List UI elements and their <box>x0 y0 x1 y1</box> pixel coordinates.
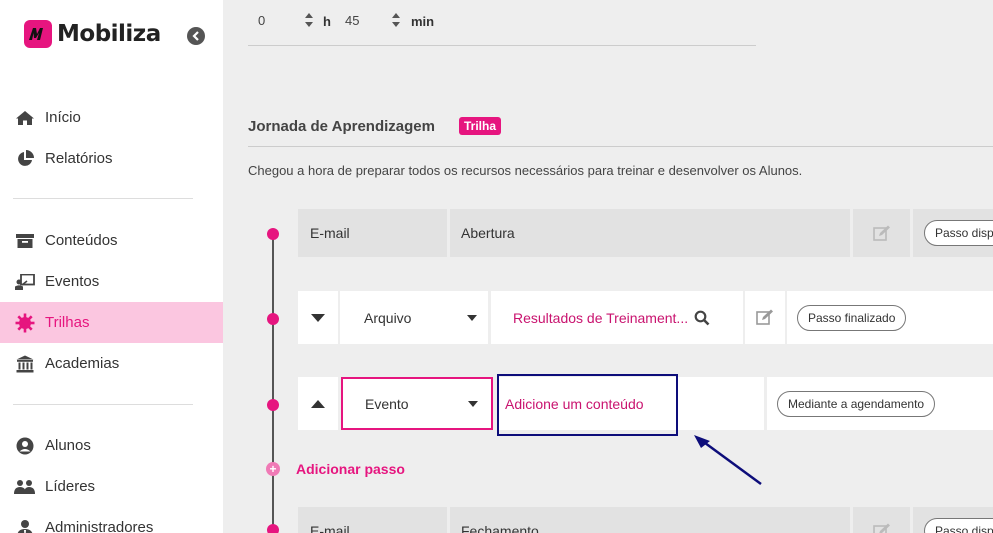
search-icon[interactable] <box>694 310 710 326</box>
chevron-down-icon <box>468 400 478 407</box>
collapse-sidebar-button[interactable] <box>187 27 205 45</box>
presentation-icon <box>14 272 36 292</box>
nav-label: Relatórios <box>45 150 113 167</box>
nav-label: Administradores <box>45 519 154 533</box>
collapse-step-button[interactable] <box>298 291 338 344</box>
section-divider <box>248 146 993 147</box>
step-status-pill[interactable]: Passo disponível <box>924 220 993 246</box>
archive-icon <box>14 231 36 251</box>
mobiliza-logo-icon <box>24 20 52 48</box>
minutes-stepper-icon[interactable] <box>391 12 401 28</box>
expand-step-button[interactable] <box>298 377 338 430</box>
step-row: E-mail Fechamento Passo disponível <box>298 507 993 533</box>
step-content-field[interactable]: Resultados de Treinament... <box>491 291 743 344</box>
step-type: Arquivo <box>364 309 412 326</box>
timeline-dot <box>267 399 279 411</box>
home-icon <box>14 108 36 128</box>
journey-title: Jornada de Aprendizagem <box>248 118 435 135</box>
highlight-box <box>497 374 678 436</box>
step-status-pill[interactable]: Mediante a agendamento <box>777 390 936 417</box>
sidebar: Mobiliza Início Relatórios Conteúdos Eve… <box>0 0 223 533</box>
edit-step-button[interactable] <box>853 209 910 257</box>
add-step-label: Adicionar passo <box>296 461 405 477</box>
nav-label: Trilhas <box>45 314 90 331</box>
nav-item-conteudos[interactable]: Conteúdos <box>0 220 223 261</box>
step-status-pill[interactable]: Passo finalizado <box>797 304 907 331</box>
brand-name: Mobiliza <box>57 21 161 47</box>
nav-item-relatorios[interactable]: Relatórios <box>0 138 223 179</box>
step-type-select[interactable]: Evento <box>341 377 493 430</box>
nav-label: Início <box>45 109 81 126</box>
nav-label: Academias <box>45 355 120 372</box>
triangle-up-icon <box>311 399 325 408</box>
step-type: Evento <box>365 395 409 412</box>
nav-item-alunos[interactable]: Alunos <box>0 425 223 466</box>
hours-unit: h <box>323 14 331 29</box>
nav-item-eventos[interactable]: Eventos <box>0 261 223 302</box>
chevron-down-icon <box>467 314 477 321</box>
nav-label: Líderes <box>45 478 96 495</box>
edit-icon <box>872 225 890 241</box>
nav-label: Alunos <box>45 437 91 454</box>
users-icon <box>14 477 36 497</box>
step-content: Resultados de Treinament... <box>513 309 689 326</box>
edit-step-button[interactable] <box>853 507 910 533</box>
step-status-cell: Mediante a agendamento <box>767 377 993 430</box>
nav-item-inicio[interactable]: Início <box>0 97 223 138</box>
add-step-button[interactable]: + Adicionar passo <box>266 461 405 477</box>
nav-item-lideres[interactable]: Líderes <box>0 466 223 507</box>
timeline-line <box>272 234 274 533</box>
nav-item-trilhas[interactable]: Trilhas <box>0 302 223 343</box>
step-content[interactable]: Abertura <box>450 209 850 257</box>
trilhas-icon <box>14 313 36 333</box>
chevron-left-icon <box>192 31 199 41</box>
triangle-down-icon <box>311 313 325 322</box>
step-type-select[interactable]: Arquivo <box>340 291 488 344</box>
pie-chart-icon <box>14 149 36 169</box>
nav-label: Eventos <box>45 273 100 290</box>
nav-divider <box>13 404 193 405</box>
nav-item-academias[interactable]: Academias <box>0 343 223 384</box>
step-content[interactable]: Fechamento <box>450 507 850 533</box>
step-type[interactable]: E-mail <box>298 209 447 257</box>
arrow-annotation-icon <box>694 435 762 486</box>
logo[interactable]: Mobiliza <box>24 20 161 48</box>
academy-icon <box>14 354 36 374</box>
hours-stepper-icon[interactable] <box>304 12 314 28</box>
user-icon <box>14 436 36 456</box>
edit-step-button[interactable] <box>745 291 785 344</box>
edit-icon <box>756 309 773 325</box>
nav-item-administradores[interactable]: Administradores <box>0 507 223 533</box>
admin-icon <box>14 518 36 533</box>
timeline-dot <box>267 313 279 325</box>
edit-icon <box>872 523 890 533</box>
minutes-unit: min <box>411 14 435 29</box>
hours-input[interactable]: 0 <box>258 13 265 28</box>
step-row: Arquivo Resultados de Treinament... Pass… <box>298 291 993 344</box>
nav-divider <box>13 198 193 199</box>
main-content: 0 h 45 min Jornada de Aprendizagem Trilh… <box>223 0 993 533</box>
plus-icon: + <box>266 462 280 476</box>
nav-label: Conteúdos <box>45 232 118 249</box>
trilha-badge: Trilha <box>459 117 502 135</box>
step-row: E-mail Abertura Passo disponível <box>298 209 993 257</box>
step-status-cell: Passo disponível <box>913 209 993 257</box>
journey-description: Chegou a hora de preparar todos os recur… <box>248 163 803 178</box>
step-status-pill[interactable]: Passo disponível <box>924 518 993 533</box>
minutes-input[interactable]: 45 <box>345 13 359 28</box>
step-status-cell: Passo disponível <box>913 507 993 533</box>
duration-field: 0 h 45 min <box>248 0 756 46</box>
timeline-dot <box>267 524 279 533</box>
timeline-dot <box>267 228 279 240</box>
step-type[interactable]: E-mail <box>298 507 447 533</box>
step-status-cell: Passo finalizado <box>787 291 993 344</box>
